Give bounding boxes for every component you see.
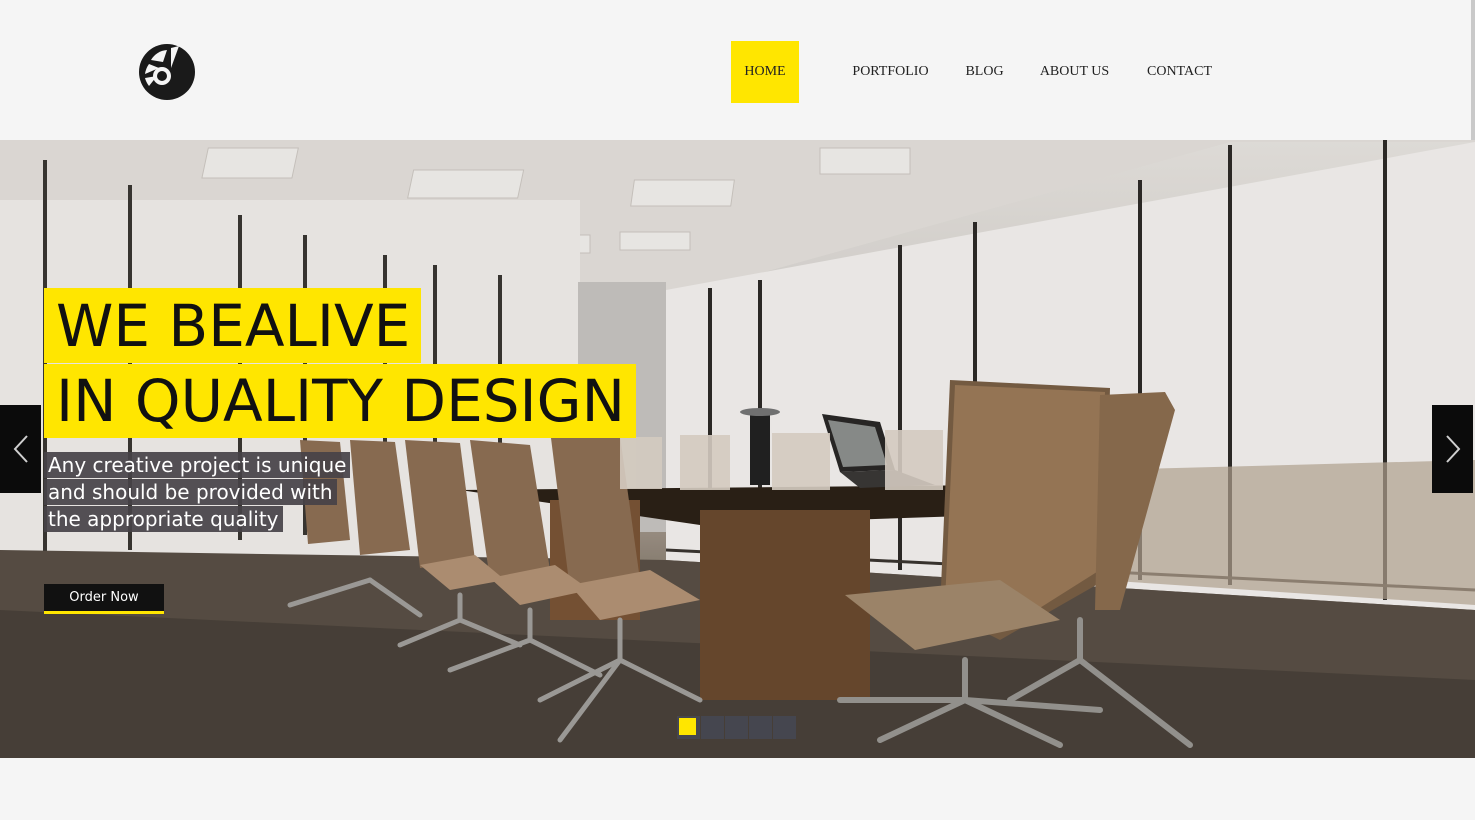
chevron-right-icon — [1445, 435, 1460, 463]
logo-icon[interactable] — [137, 42, 197, 100]
slider-next-button[interactable] — [1432, 405, 1473, 493]
slider-pagination — [677, 716, 797, 739]
order-now-button[interactable]: Order Now — [44, 584, 164, 614]
slider-dot-4[interactable] — [749, 716, 772, 739]
hero-subtext-line-3: the appropriate quality — [44, 506, 283, 532]
hero-subtext-line-1: Any creative project is unique — [44, 452, 351, 478]
chevron-left-icon — [13, 435, 28, 463]
nav-portfolio[interactable]: PORTFOLIO — [851, 41, 930, 103]
hero-slider: WE BEALIVE IN QUALITY DESIGN Any creativ… — [0, 140, 1475, 758]
nav-blog[interactable]: BLOG — [965, 41, 1004, 103]
slider-dot-1[interactable] — [677, 716, 700, 739]
slider-dot-3[interactable] — [725, 716, 748, 739]
nav-about-us[interactable]: ABOUT US — [1039, 41, 1110, 103]
hero-headline-line-1: WE BEALIVE — [44, 288, 422, 363]
main-nav: HOME PORTFOLIO BLOG ABOUT US CONTACT — [731, 41, 1213, 103]
slider-prev-button[interactable] — [0, 405, 41, 493]
slider-dot-5[interactable] — [773, 716, 796, 739]
slider-dot-2[interactable] — [701, 716, 724, 739]
nav-contact[interactable]: CONTACT — [1146, 41, 1213, 103]
hero-subtext-line-2: and should be provided with — [44, 479, 337, 505]
hero-background-image — [0, 140, 1475, 758]
hero-headline-line-2: IN QUALITY DESIGN — [44, 364, 636, 438]
nav-home[interactable]: HOME — [731, 41, 799, 103]
site-header: HOME PORTFOLIO BLOG ABOUT US CONTACT — [0, 0, 1475, 140]
